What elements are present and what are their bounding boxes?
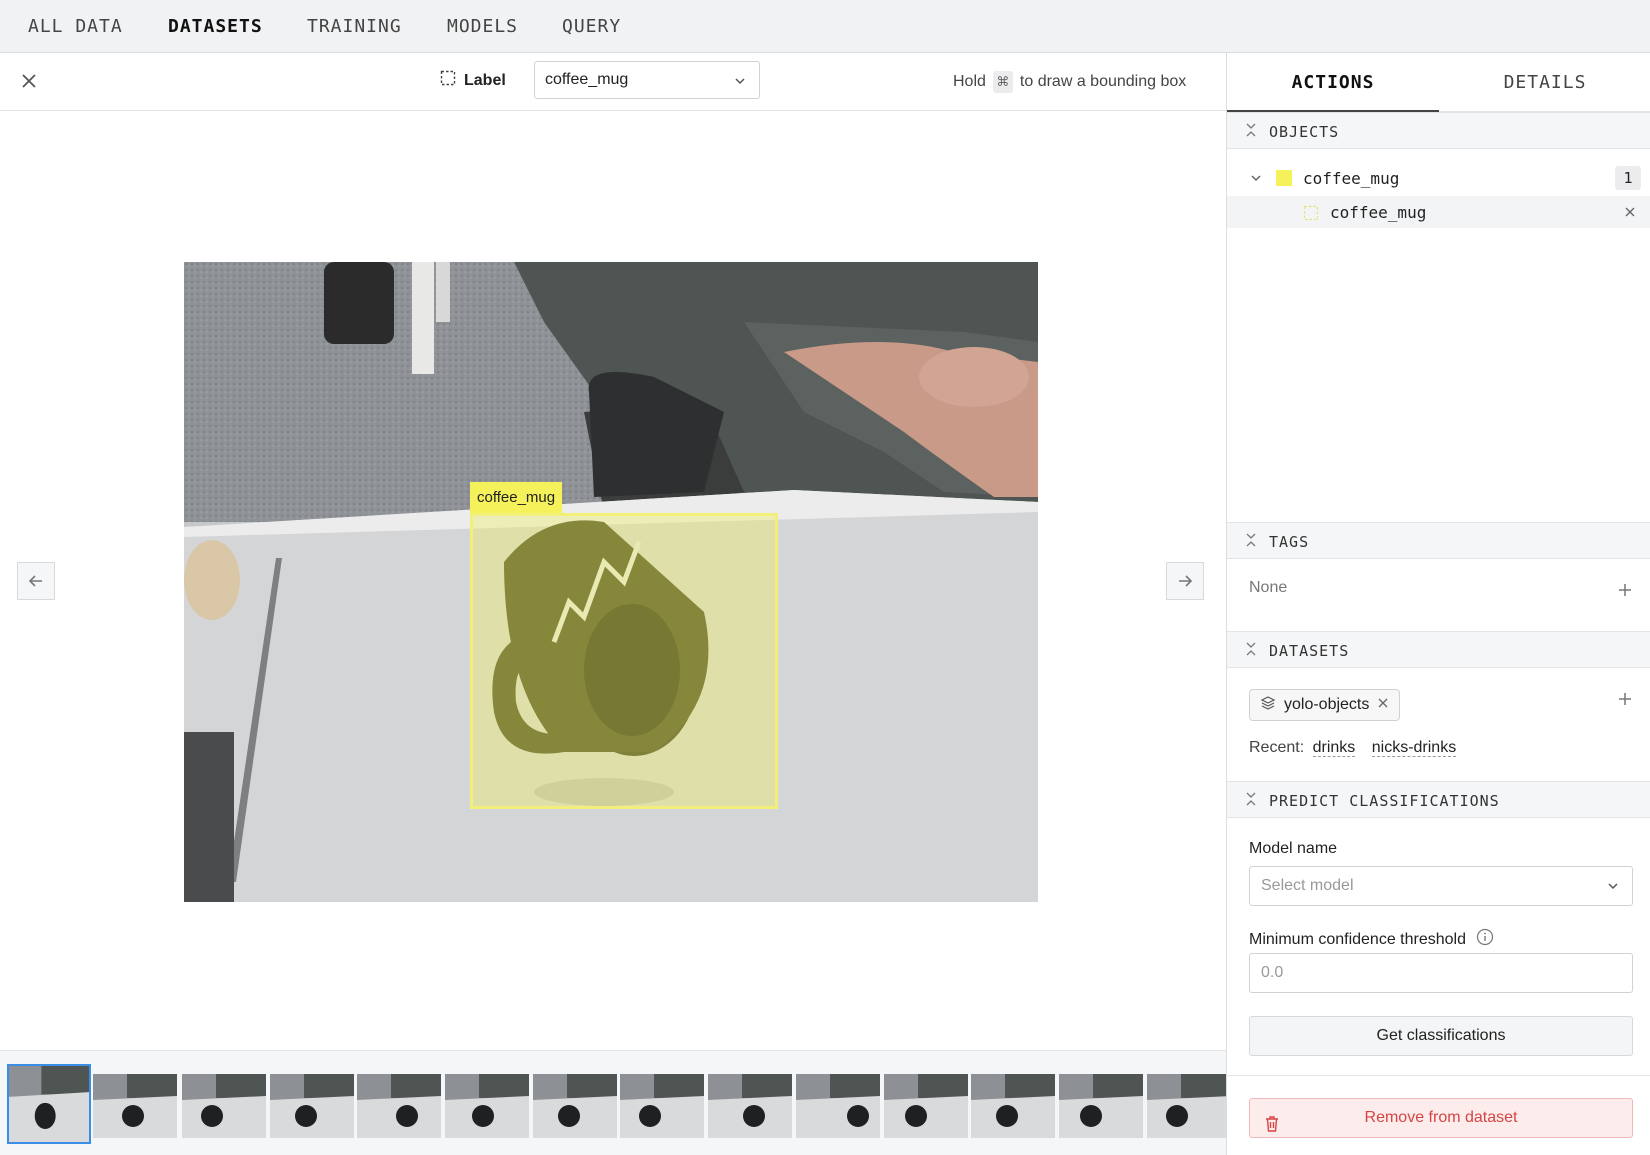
previous-image-button[interactable] [17, 562, 55, 600]
label-color-swatch [1276, 170, 1292, 186]
get-classifications-button[interactable]: Get classifications [1249, 1016, 1633, 1056]
thumbnail[interactable] [445, 1074, 529, 1138]
collapse-icon [1245, 641, 1257, 661]
thumbnail[interactable] [357, 1074, 441, 1138]
nav-all-data[interactable]: ALL DATA [28, 16, 123, 37]
datasets-section-title: DATASETS [1269, 642, 1350, 660]
chevron-down-icon [1606, 879, 1620, 898]
command-key-badge: ⌘ [992, 71, 1013, 93]
model-name-label: Model name [1249, 840, 1338, 857]
dataset-chip[interactable]: yolo-objects [1249, 689, 1401, 721]
threshold-input[interactable]: 0.0 [1249, 953, 1633, 993]
predict-section-header[interactable]: PREDICT CLASSIFICATIONS [1227, 781, 1650, 818]
delete-object-icon[interactable] [1623, 205, 1637, 224]
label-tool-text: Label [464, 71, 506, 89]
side-tabs: ACTIONS DETAILS [1227, 53, 1650, 112]
arrow-left-icon [28, 575, 42, 587]
dataset-chip-label: yolo-objects [1284, 696, 1370, 713]
objects-section-header[interactable]: OBJECTS [1227, 112, 1650, 149]
model-select-placeholder: Select model [1261, 877, 1354, 894]
layers-icon [1260, 695, 1276, 716]
next-image-button[interactable] [1166, 562, 1204, 600]
bounding-box-icon [1303, 205, 1319, 226]
chevron-down-icon [733, 74, 747, 93]
recent-datasets: Recent: drinks nicks-drinks [1249, 739, 1457, 757]
threshold-label-row: Minimum confidence threshold [1249, 928, 1494, 951]
close-icon[interactable] [18, 70, 40, 92]
threshold-label: Minimum confidence threshold [1249, 930, 1466, 948]
thumbnail[interactable] [533, 1074, 617, 1138]
object-group-label: coffee_mug [1303, 169, 1400, 188]
collapse-icon [1245, 791, 1257, 811]
remove-from-dataset-label: Remove from dataset [1364, 1109, 1518, 1126]
tab-actions[interactable]: ACTIONS [1227, 53, 1439, 112]
tags-section-title: TAGS [1269, 533, 1310, 551]
recent-label: Recent: [1249, 739, 1305, 756]
annotation-toolbar: Label coffee_mug Hold ⌘ to draw a boundi… [0, 53, 1226, 111]
top-navigation: ALL DATA DATASETS TRAINING MODELS QUERY [0, 0, 1650, 53]
draw-hint: Hold ⌘ to draw a bounding box [953, 71, 1186, 93]
thumbnail[interactable] [796, 1074, 880, 1138]
hint-suffix: to draw a bounding box [1019, 73, 1187, 90]
thumbnail-strip [0, 1050, 1226, 1155]
object-group-row[interactable]: coffee_mug 1 [1227, 162, 1650, 194]
add-dataset-plus-icon[interactable] [1616, 690, 1634, 708]
label-select-value: coffee_mug [545, 71, 629, 88]
annotated-image[interactable]: coffee_mug [184, 262, 1038, 902]
arrow-right-icon [1179, 575, 1193, 587]
side-panel: ACTIONS DETAILS OBJECTS coffee_mug 1 cof… [1226, 53, 1650, 1155]
object-count-badge: 1 [1615, 166, 1641, 190]
remove-dataset-icon[interactable] [1377, 696, 1389, 714]
nav-models[interactable]: MODELS [447, 16, 518, 37]
predict-section-title: PREDICT CLASSIFICATIONS [1269, 792, 1500, 810]
thumbnail[interactable] [620, 1074, 704, 1138]
tags-section-header[interactable]: TAGS [1227, 522, 1650, 559]
hint-prefix: Hold [953, 73, 986, 90]
model-select[interactable]: Select model [1249, 866, 1633, 906]
tab-details[interactable]: DETAILS [1439, 53, 1650, 112]
label-select[interactable]: coffee_mug [534, 61, 760, 99]
thumbnail[interactable] [270, 1074, 354, 1138]
nav-training[interactable]: TRAINING [307, 16, 402, 37]
add-tag-plus-icon[interactable] [1616, 581, 1634, 599]
thumbnail[interactable] [1059, 1074, 1143, 1138]
thumbnail[interactable] [182, 1074, 266, 1138]
divider [1227, 1075, 1650, 1076]
object-instance-label: coffee_mug [1330, 203, 1427, 222]
nav-query[interactable]: QUERY [562, 16, 621, 37]
thumbnail[interactable] [1147, 1074, 1226, 1138]
recent-dataset-link[interactable]: nicks-drinks [1371, 739, 1457, 757]
collapse-icon [1245, 532, 1257, 552]
objects-section-title: OBJECTS [1269, 123, 1340, 141]
tags-empty-text: None [1249, 579, 1288, 596]
remove-from-dataset-button[interactable]: Remove from dataset [1249, 1098, 1633, 1138]
collapse-icon [1245, 122, 1257, 142]
thumbnail[interactable] [884, 1074, 968, 1138]
bounding-box-icon [440, 70, 456, 91]
recent-dataset-link[interactable]: drinks [1312, 739, 1356, 757]
object-instance-row[interactable]: coffee_mug [1227, 196, 1650, 228]
bounding-box-label: coffee_mug [470, 482, 563, 513]
chevron-down-icon[interactable] [1249, 171, 1263, 190]
bounding-box[interactable] [470, 513, 778, 809]
label-tool[interactable]: Label [440, 70, 506, 91]
image-viewer: coffee_mug [0, 111, 1226, 1050]
thumbnail[interactable] [708, 1074, 792, 1138]
thumbnail[interactable] [971, 1074, 1055, 1138]
info-icon[interactable] [1476, 928, 1494, 951]
thumbnail[interactable] [93, 1074, 177, 1138]
thumbnail-selected[interactable] [7, 1064, 91, 1144]
datasets-section-header[interactable]: DATASETS [1227, 631, 1650, 668]
nav-datasets[interactable]: DATASETS [168, 16, 263, 37]
trash-icon [1264, 1110, 1280, 1148]
